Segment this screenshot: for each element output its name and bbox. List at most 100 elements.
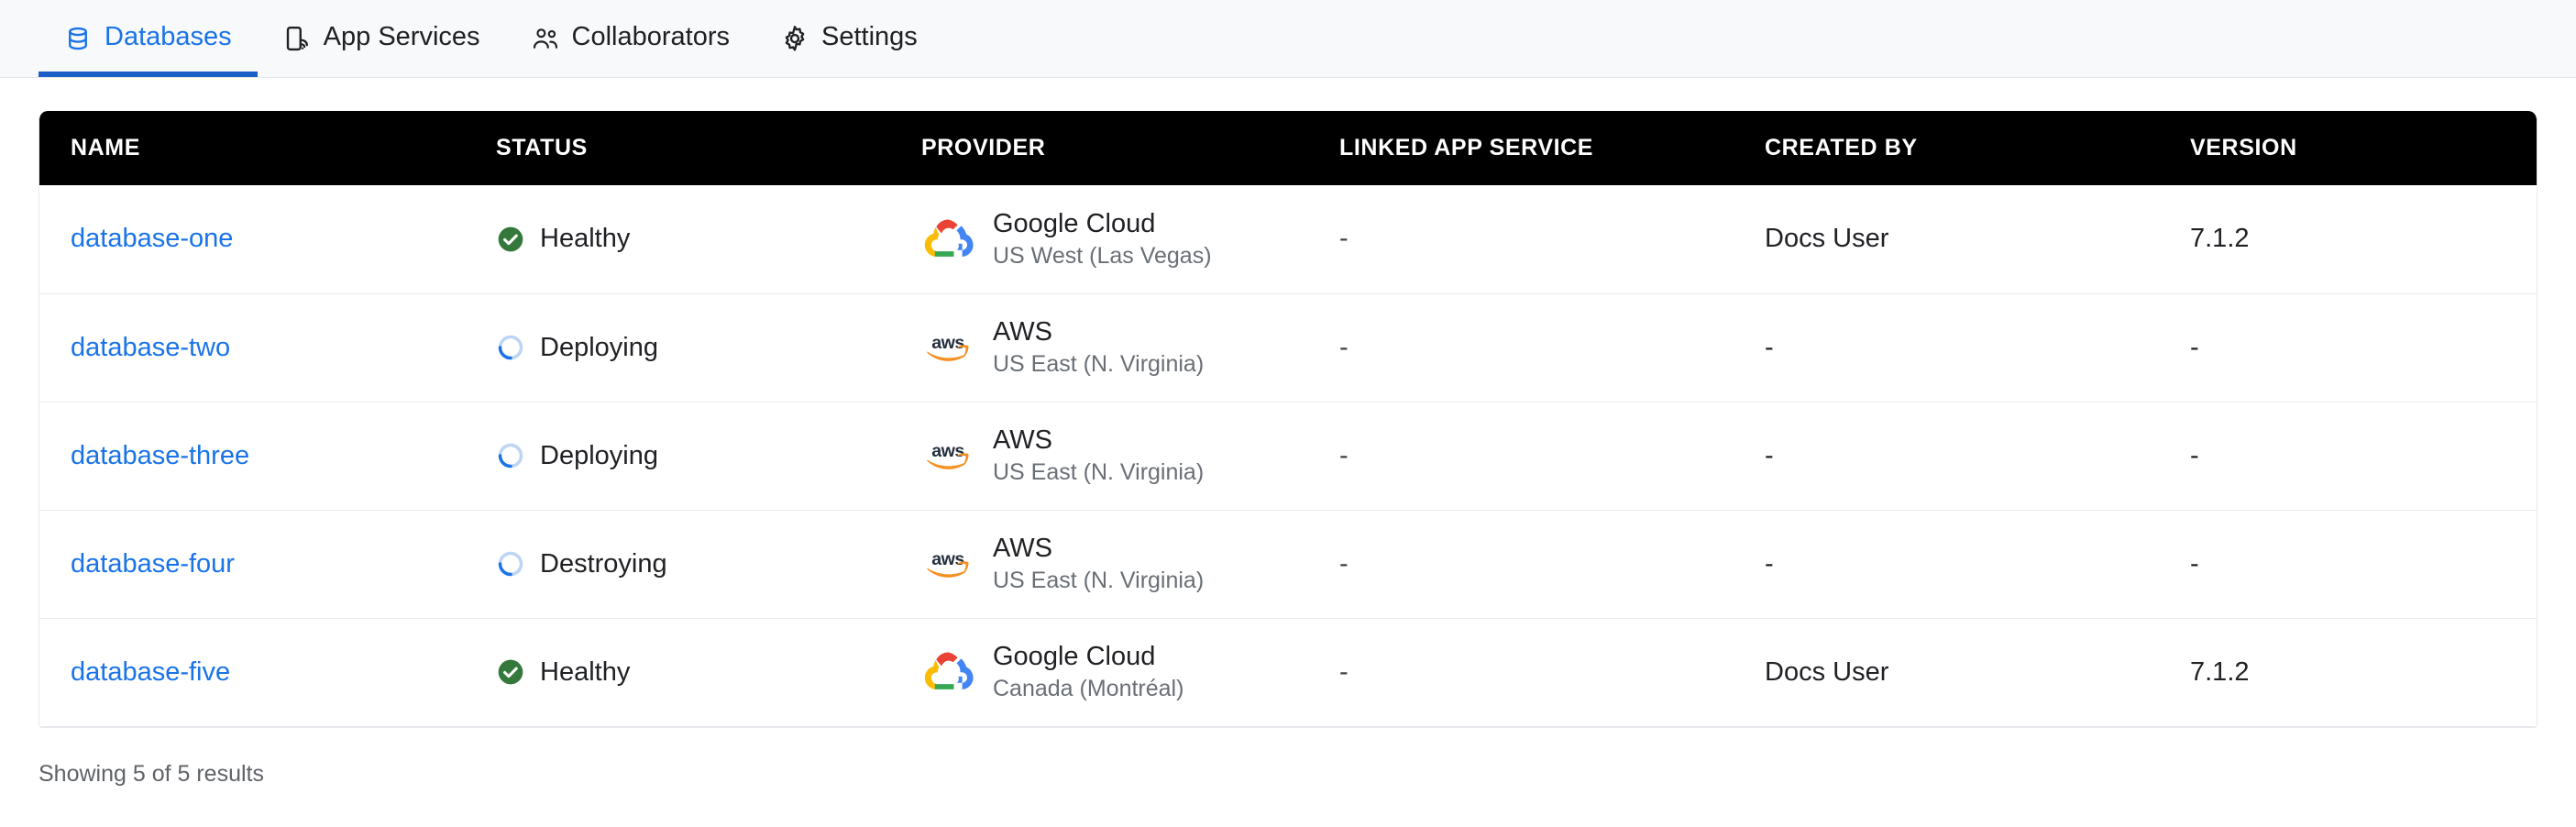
linked-app-service-value: - [1339,224,1349,254]
cell-version: - [2159,510,2537,619]
database-name-link[interactable]: database-three [71,441,249,470]
table-row[interactable]: database-one Healthy Google Cloud US West (… [39,185,2537,294]
table-row[interactable]: database-five Healthy Google Cloud Canada (… [39,618,2537,727]
table-row[interactable]: database-three Deploying aws AWS US East (N.… [39,402,2537,511]
column-header-provider[interactable]: PROVIDER [890,111,1308,185]
column-header-linked[interactable]: LINKED APP SERVICE [1308,111,1734,185]
check-circle-icon [496,225,525,254]
linked-app-service-value: - [1339,656,1349,687]
tab-bar: Databases App Services Collaborators Settin… [0,0,2576,78]
database-name-link[interactable]: database-five [71,657,230,687]
tab-collaborators[interactable]: Collaborators [506,0,755,77]
cell-name: database-two [39,293,465,402]
cell-provider: Google Cloud Canada (Montréal) [890,618,1308,727]
table-header-row: NAME STATUS PROVIDER LINKED APP SERVICE CREA… [39,111,2537,185]
provider-text: AWS US East (N. Virginia) [993,425,1204,487]
linked-app-service-value: - [1339,548,1349,579]
databases-table: NAME STATUS PROVIDER LINKED APP SERVICE CREA… [39,111,2537,727]
tab-databases[interactable]: Databases [39,0,258,77]
status-badge: Deploying [496,441,890,471]
column-header-created[interactable]: CREATED BY [1734,111,2159,185]
svg-text:aws: aws [931,333,964,353]
database-name-link[interactable]: database-two [71,333,230,362]
cell-created-by: - [1734,293,2159,402]
cell-name: database-five [39,618,465,727]
linked-app-service-value: - [1339,332,1349,362]
cell-name: database-three [39,402,465,511]
table-row[interactable]: database-two Deploying aws AWS US East (N. V… [39,293,2537,402]
tab-label: Settings [821,22,918,51]
provider: aws AWS US East (N. Virginia) [921,425,1308,487]
status-badge: Deploying [496,333,890,363]
version-value: 7.1.2 [2190,656,2250,687]
column-header-name[interactable]: NAME [39,111,465,185]
provider-name: AWS [993,534,1052,564]
google-cloud-logo [921,213,974,266]
cell-linked-app-service: - [1308,185,1734,294]
provider-region: Canada (Montréal) [993,676,1184,702]
cell-linked-app-service: - [1308,510,1734,619]
aws-logo: aws [921,321,974,374]
tab-settings[interactable]: Settings [755,0,943,77]
database-name-link[interactable]: database-four [71,549,235,579]
provider-name: Google Cloud [993,208,1156,238]
version-value: - [2190,332,2199,362]
results-count: Showing 5 of 5 results [39,760,264,787]
provider: aws AWS US East (N. Virginia) [921,533,1308,595]
svg-text:aws: aws [931,441,964,461]
provider-text: Google Cloud US West (Las Vegas) [993,208,1212,270]
cell-status: Deploying [465,402,890,511]
tab-label: Collaborators [571,22,730,51]
provider-region: US East (N. Virginia) [993,459,1205,486]
cell-version: 7.1.2 [2159,618,2537,727]
cell-provider: aws AWS US East (N. Virginia) [890,510,1308,619]
aws-logo: aws [921,537,974,590]
status-badge: Healthy [496,224,890,254]
provider-name: AWS [993,425,1052,456]
cell-created-by: Docs User [1734,618,2159,727]
status-badge: Healthy [496,657,890,688]
version-value: 7.1.2 [2190,224,2250,254]
version-value: - [2190,548,2199,579]
cell-name: database-one [39,185,465,294]
cell-status: Deploying [465,293,890,402]
google-cloud-logo [921,645,974,699]
tab-app-services[interactable]: App Services [258,0,506,77]
column-header-version[interactable]: VERSION [2159,111,2537,185]
version-value: - [2190,440,2199,470]
provider: aws AWS US East (N. Virginia) [921,316,1308,379]
spinner-icon [496,333,525,362]
created-by-value: Docs User [1765,656,1889,687]
created-by-value: - [1765,548,1774,579]
spinner-icon [496,441,525,470]
status-label: Healthy [540,224,631,254]
provider-name: AWS [993,317,1052,347]
svg-text:aws: aws [931,549,964,569]
spinner-icon [496,549,525,579]
provider: Google Cloud US West (Las Vegas) [921,208,1308,270]
table-body: database-one Healthy Google Cloud US West (… [39,185,2537,727]
cell-created-by: - [1734,402,2159,511]
provider-region: US East (N. Virginia) [993,568,1205,594]
status-label: Healthy [540,656,631,687]
status-badge: Destroying [496,549,890,579]
tab-label: Databases [105,22,232,51]
provider-text: AWS US East (N. Virginia) [993,316,1204,379]
cell-version: - [2159,402,2537,511]
gear-icon [781,25,809,52]
provider-region: US East (N. Virginia) [993,351,1205,378]
column-header-status[interactable]: STATUS [465,111,890,185]
provider-region: US West (Las Vegas) [993,243,1212,270]
table-header: NAME STATUS PROVIDER LINKED APP SERVICE CREA… [39,111,2537,185]
provider-text: Google Cloud Canada (Montréal) [993,641,1183,703]
status-label: Destroying [540,548,667,579]
provider: Google Cloud Canada (Montréal) [921,641,1308,703]
table-row[interactable]: database-four Destroying aws AWS US East (N.… [39,510,2537,619]
databases-table-card: NAME STATUS PROVIDER LINKED APP SERVICE CREA… [39,111,2537,728]
created-by-value: - [1765,332,1774,362]
cell-created-by: - [1734,510,2159,619]
cell-version: 7.1.2 [2159,185,2537,294]
status-label: Deploying [540,332,658,362]
tab-label: App Services [323,22,480,51]
database-name-link[interactable]: database-one [71,224,233,253]
